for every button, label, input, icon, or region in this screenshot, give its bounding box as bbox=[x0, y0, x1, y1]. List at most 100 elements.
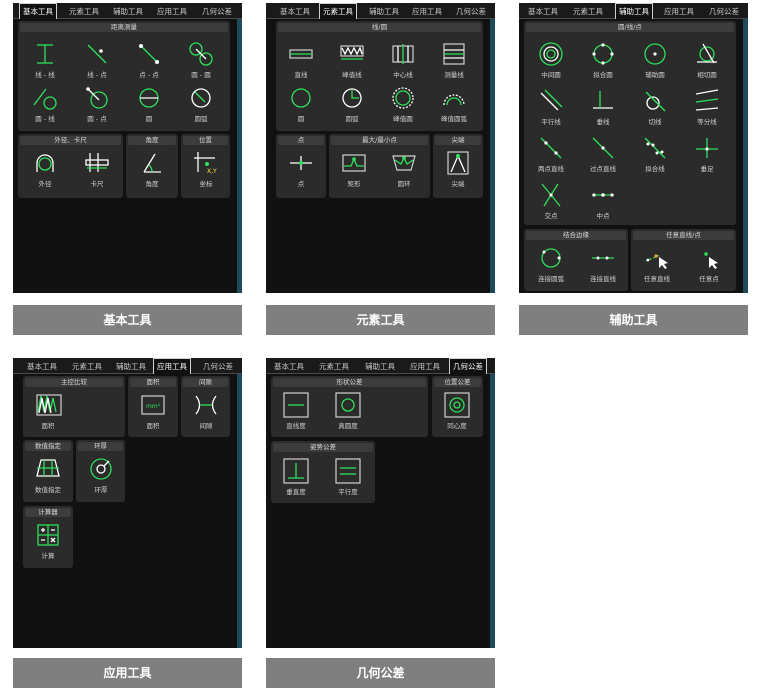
tool-label: 圆 - 线 bbox=[35, 115, 55, 123]
scrollbar[interactable] bbox=[490, 374, 495, 648]
center-line-icon bbox=[392, 44, 414, 64]
tab-aux[interactable]: 辅助工具 bbox=[110, 6, 146, 18]
any-line-point-section: 任意直线/点 任意直线 任意点 bbox=[631, 229, 736, 291]
tool-label: 圆弧 bbox=[345, 115, 359, 123]
any-point-icon bbox=[704, 252, 718, 269]
tab-app[interactable]: 应用工具 bbox=[409, 6, 445, 18]
tool-label: 切线 bbox=[648, 118, 662, 126]
scrollbar[interactable] bbox=[237, 374, 242, 648]
tab-element[interactable]: 元素工具 bbox=[69, 361, 105, 373]
tab-geo[interactable]: 几何公差 bbox=[199, 6, 235, 18]
tool-label: 坐标 bbox=[199, 180, 213, 188]
tool-label: 点 bbox=[297, 180, 305, 188]
tab-element[interactable]: 元素工具 bbox=[570, 6, 606, 18]
basic-tools-panel: 基本工具 元素工具 辅助工具 应用工具 几何公差 距离测量 线 - 线 线 - … bbox=[13, 3, 242, 293]
tab-app[interactable]: 应用工具 bbox=[661, 6, 697, 18]
rectangle-icon bbox=[342, 154, 366, 172]
line-icon bbox=[289, 49, 313, 59]
circle-circle-icon bbox=[189, 42, 213, 66]
peak-arc-icon bbox=[443, 94, 465, 106]
ring-icon bbox=[392, 155, 416, 171]
tool-label: 相切圆 bbox=[697, 71, 717, 79]
shape-tolerance-section: 形状公差 直线度 真圆度 bbox=[271, 376, 428, 437]
tab-basic[interactable]: 基本工具 bbox=[277, 6, 313, 18]
section-title: 距离测量 bbox=[20, 23, 228, 32]
concentricity-icon bbox=[444, 392, 470, 418]
tool-label: 矩形 bbox=[347, 180, 361, 188]
section-title: 任意直线/点 bbox=[633, 231, 734, 240]
tab-aux[interactable]: 辅助工具 bbox=[362, 361, 398, 373]
position-tolerance-section: 位置公差 同心度 bbox=[432, 376, 483, 437]
tab-basic[interactable]: 基本工具 bbox=[19, 3, 57, 19]
ring-thickness-section: 环厚 环厚 bbox=[76, 440, 125, 502]
tool-label: 拟合圆 bbox=[593, 71, 613, 79]
section-title: 姿势公差 bbox=[273, 443, 373, 452]
tab-geo[interactable]: 几何公差 bbox=[453, 6, 489, 18]
tab-aux[interactable]: 辅助工具 bbox=[615, 3, 653, 19]
aux-circle-icon bbox=[644, 43, 666, 65]
line-point-icon bbox=[87, 44, 107, 64]
circle-line-point-section: 圆/线/点 中间圆 拟合圆 辅助圆 相切圆 平行线 垂线 切线 等分线 两点直线… bbox=[524, 21, 736, 225]
circle-line-icon bbox=[33, 88, 57, 110]
tab-app[interactable]: 应用工具 bbox=[153, 358, 191, 374]
scrollbar[interactable] bbox=[743, 19, 748, 293]
tool-label: 测量线 bbox=[444, 71, 464, 79]
numeric-spec-icon bbox=[36, 459, 60, 477]
scrollbar[interactable] bbox=[490, 19, 495, 293]
tool-label: 圆弧 bbox=[194, 115, 208, 123]
section-title: 形状公差 bbox=[273, 378, 426, 387]
angle-section: 角度 角度 bbox=[126, 134, 178, 198]
tool-label: 同心度 bbox=[447, 422, 467, 430]
waveform-icon bbox=[36, 394, 62, 416]
section-title: 主控比较 bbox=[25, 378, 123, 387]
foot-point-icon bbox=[696, 138, 718, 158]
element-tools-panel: 基本工具 元素工具 辅助工具 应用工具 几何公差 线/圆 直线 峰值线 中心线 … bbox=[266, 3, 495, 293]
tool-label: 线 - 点 bbox=[87, 71, 107, 79]
tool-label: 圆环 bbox=[397, 180, 411, 188]
tool-label: 数值指定 bbox=[35, 486, 61, 494]
tool-label: 交点 bbox=[544, 212, 558, 220]
tool-label: 外径 bbox=[38, 180, 52, 188]
tool-label: 圆 - 圆 bbox=[191, 71, 211, 79]
tab-geo[interactable]: 几何公差 bbox=[706, 6, 742, 18]
scrollbar[interactable] bbox=[237, 19, 242, 293]
tab-bar: 基本工具 元素工具 辅助工具 应用工具 几何公差 bbox=[266, 358, 495, 374]
section-title: 间隙 bbox=[183, 378, 228, 387]
line-circle-section: 线/圆 直线 峰值线 中心线 测量线 圆 圆弧 峰值圆 峰值圆弧 bbox=[276, 21, 483, 131]
connect-line-icon bbox=[592, 256, 614, 260]
tab-app[interactable]: 应用工具 bbox=[407, 361, 443, 373]
position-section: 位置 X,Y 坐标 bbox=[181, 134, 230, 198]
tool-label: 面积 bbox=[146, 422, 160, 430]
tab-aux[interactable]: 辅助工具 bbox=[366, 6, 402, 18]
tool-label: 过点直线 bbox=[590, 165, 616, 173]
app-tools-panel: 基本工具 元素工具 辅助工具 应用工具 几何公差 主控比较 面积 面积 mm² … bbox=[13, 358, 242, 648]
tool-label: 峰值线 bbox=[342, 71, 362, 79]
perpendicularity-icon bbox=[283, 458, 309, 484]
tab-element[interactable]: 元素工具 bbox=[66, 6, 102, 18]
caption-basic: 基本工具 bbox=[13, 305, 242, 335]
straightness-icon bbox=[283, 392, 309, 418]
tool-label: 平行线 bbox=[541, 118, 561, 126]
tool-label: 线 - 线 bbox=[35, 71, 55, 79]
circle-icon bbox=[139, 88, 159, 108]
tool-label: 卡尺 bbox=[90, 180, 104, 188]
midpoint-icon bbox=[592, 193, 614, 197]
combine-edge-section: 结合边缘 连接圆弧 连接直线 bbox=[524, 229, 628, 291]
through-point-line-icon bbox=[592, 137, 614, 159]
tab-basic[interactable]: 基本工具 bbox=[271, 361, 307, 373]
tab-element[interactable]: 元素工具 bbox=[319, 3, 357, 19]
tab-basic[interactable]: 基本工具 bbox=[525, 6, 561, 18]
tab-geo[interactable]: 几何公差 bbox=[200, 361, 236, 373]
tab-app[interactable]: 应用工具 bbox=[154, 6, 190, 18]
tab-geo[interactable]: 几何公差 bbox=[449, 358, 487, 374]
section-title: 结合边缘 bbox=[526, 231, 626, 240]
tab-bar: 基本工具 元素工具 辅助工具 应用工具 几何公差 bbox=[519, 3, 748, 19]
circle-point-icon bbox=[86, 87, 108, 109]
section-title: 线/圆 bbox=[278, 23, 481, 32]
tab-aux[interactable]: 辅助工具 bbox=[113, 361, 149, 373]
section-title: 最大/最小点 bbox=[331, 136, 428, 145]
tab-element[interactable]: 元素工具 bbox=[316, 361, 352, 373]
outer-diameter-icon bbox=[36, 154, 54, 172]
area-unit-label: mm² bbox=[146, 403, 161, 410]
tab-basic[interactable]: 基本工具 bbox=[24, 361, 60, 373]
